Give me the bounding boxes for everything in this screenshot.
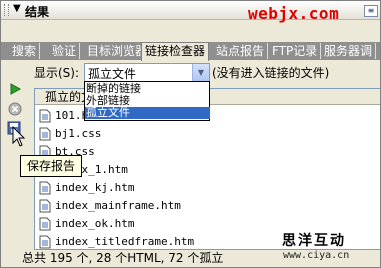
panel-title: 结果: [25, 5, 50, 19]
mouse-pointer-icon: [12, 126, 26, 147]
tab-ftp-log[interactable]: FTP记录: [269, 43, 322, 59]
show-select-value: 孤立文件: [88, 67, 137, 81]
file-icon: [39, 127, 51, 141]
show-dropdown-list[interactable]: 断掉的链接 外部链接 孤立文件: [84, 81, 210, 121]
watermark-text: webjx.com: [248, 4, 340, 23]
check-links-play-icon[interactable]: [8, 82, 22, 96]
tab-site-report[interactable]: 站点报告: [213, 43, 269, 59]
panel-options-menu-icon[interactable]: ≡: [364, 5, 378, 17]
brand-logo-text: 思洋互动: [282, 233, 346, 249]
file-icon: [39, 181, 51, 195]
panel-titlebar[interactable]: ▼ 结果 webjx.com ≡: [1, 1, 380, 23]
list-item[interactable]: index_mainframe.htm: [39, 197, 181, 215]
list-item[interactable]: index_kj.htm: [39, 179, 134, 197]
tab-search[interactable]: 搜索: [9, 43, 41, 59]
status-bar-text: 总共 195 个, 28 个HTML, 72 个孤立: [22, 251, 224, 265]
list-item[interactable]: index_titledframe.htm: [39, 233, 195, 249]
show-select[interactable]: 孤立文件 ▼: [84, 63, 210, 82]
stop-icon[interactable]: [8, 102, 22, 116]
results-panel: ▼ 结果 webjx.com ≡ 搜索 验证 目标浏览器 链接检查器 站点报告 …: [0, 0, 381, 268]
file-name: index_titledframe.htm: [55, 235, 195, 248]
file-icon: [39, 217, 51, 231]
list-item[interactable]: index_ok.htm: [39, 215, 134, 233]
file-name: index_ok.htm: [55, 217, 135, 230]
save-report-tooltip: 保存报告: [20, 155, 83, 177]
brand-url: www.ciya.cn: [283, 250, 350, 261]
chevron-down-icon[interactable]: ▼: [192, 64, 209, 81]
list-item[interactable]: bj1.css: [39, 125, 101, 143]
tab-validation[interactable]: 验证: [49, 43, 81, 59]
file-name: bj1.css: [55, 127, 102, 140]
option-orphan-files[interactable]: 孤立文件: [85, 107, 210, 119]
tab-server-debug[interactable]: 服务器调: [321, 43, 377, 59]
file-icon: [39, 109, 51, 123]
file-name: index_mainframe.htm: [55, 199, 181, 212]
file-name: index_kj.htm: [55, 181, 135, 194]
grip-handle[interactable]: [4, 4, 9, 16]
file-icon: [39, 235, 51, 249]
file-icon: [39, 199, 51, 213]
tab-link-checker[interactable]: 链接检查器: [141, 42, 210, 61]
show-label: 显示(S):: [34, 66, 80, 80]
show-hint: (没有进入链接的文件): [212, 66, 330, 80]
collapse-arrow-icon[interactable]: ▼: [13, 3, 21, 14]
